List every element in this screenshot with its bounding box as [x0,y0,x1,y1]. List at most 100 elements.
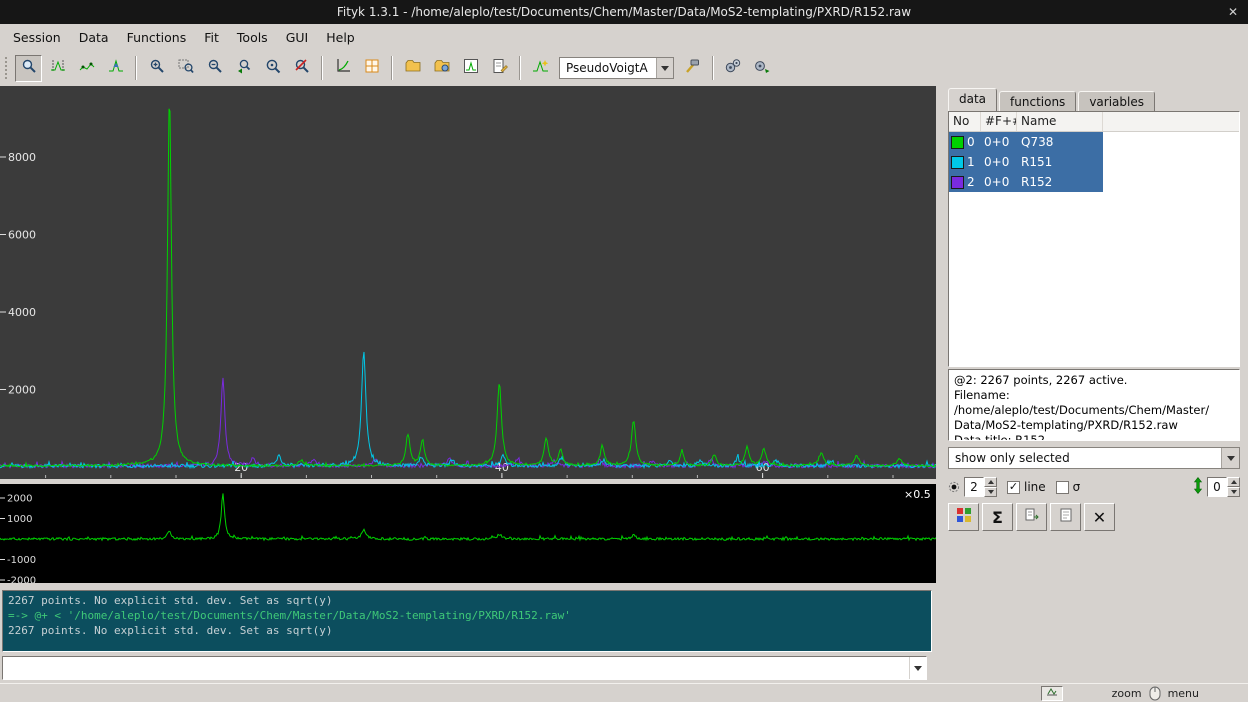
guess-peak-button[interactable] [527,55,554,82]
add-function-button[interactable] [679,55,706,82]
cell-fpn: 0+0 [981,135,1017,149]
column-header-no[interactable]: No [949,112,981,131]
point-size-value: 2 [964,477,984,497]
close-button[interactable]: ✕ [1228,0,1238,24]
svg-text:2000: 2000 [7,494,32,505]
log-axes-icon [335,58,351,78]
palette-button[interactable] [948,503,979,531]
command-input[interactable] [3,657,909,679]
point-size-spinner[interactable]: 2 [964,477,997,497]
status-indicator-button[interactable] [1041,686,1063,701]
menu-bar: SessionDataFunctionsFitToolsGUIHelp [0,24,1248,50]
edit-data-button[interactable] [486,55,513,82]
wand-peak-icon [532,58,550,78]
mode-zoom-button[interactable] [15,55,42,82]
exec-script-button[interactable] [428,55,455,82]
cell-fpn: 0+0 [981,155,1017,169]
spin-up-icon[interactable] [984,477,997,487]
menu-gui[interactable]: GUI [277,26,318,49]
tab-variables[interactable]: variables [1078,91,1155,113]
sum-button[interactable]: Σ [982,503,1013,531]
mouse-icon [1149,686,1161,701]
console-line: 2267 points. No explicit std. dev. Set a… [8,623,926,638]
background-curve-icon [79,58,95,78]
toolbar-separator [519,56,521,80]
open-file-button[interactable] [399,55,426,82]
zoom-in-button[interactable] [143,55,170,82]
cell-no: 2 [967,175,981,189]
mode-background-button[interactable] [73,55,100,82]
data-row-r152[interactable]: 20+0R152 [949,172,1103,192]
shift-data-icon [1193,477,1203,498]
zoom-out-button[interactable] [201,55,228,82]
tab-data[interactable]: data [948,88,997,113]
data-export-button[interactable] [1050,503,1081,531]
tab-functions[interactable]: functions [999,91,1076,113]
data-list-header: No#F+#Name [949,112,1239,132]
mode-data-range-button[interactable] [44,55,71,82]
cell-no: 1 [967,155,981,169]
filter-dropdown[interactable]: show only selected [948,447,1240,469]
line-checkbox-group[interactable]: line [1007,480,1046,494]
shift-spinner[interactable]: 0 [1207,477,1240,497]
mode-add-peak-button[interactable] [102,55,129,82]
console-line: =-> @+ < '/home/aleplo/test/Documents/Ch… [8,608,926,623]
zoom-all-button[interactable] [259,55,286,82]
delete-dataset-button[interactable]: ✕ [1084,503,1115,531]
data-range-icon [50,58,66,78]
undo-zoom-button[interactable] [288,55,315,82]
point-size-icon [948,478,960,497]
data-action-buttons: Σ ✕ [948,503,1118,531]
zoom-prev-button[interactable] [230,55,257,82]
chevron-down-icon [656,58,673,78]
column-header-f[interactable]: #F+# [981,112,1017,131]
dataset-info: @2: 2267 points, 2267 active. Filename: … [948,369,1240,441]
main-plot[interactable]: 2040602000400060008000 [0,86,936,479]
data-row-r151[interactable]: 10+0R151 [949,152,1103,172]
log-scale-button[interactable] [329,55,356,82]
menu-fit[interactable]: Fit [195,26,228,49]
cell-name: R152 [1017,175,1103,189]
hammer-icon [684,58,700,78]
column-header-name[interactable]: Name [1017,112,1103,131]
menu-functions[interactable]: Functions [118,26,196,49]
svg-text:4000: 4000 [8,306,36,319]
toolbar-separator [135,56,137,80]
svg-text:1000: 1000 [7,514,32,525]
document-icon [1058,507,1074,527]
data-editor-icon [492,58,508,78]
line-checkbox[interactable] [1007,481,1020,494]
title-bar: Fityk 1.3.1 - /home/aleplo/test/Document… [0,0,1248,24]
data-list: No#F+#Name 00+0Q73810+0R15120+0R152 [948,111,1240,367]
add-peak-icon [108,58,124,78]
plot-config-button[interactable] [358,55,385,82]
menu-help[interactable]: Help [317,26,364,49]
fit-continue-button[interactable] [749,55,776,82]
function-type-value: PseudoVoigtA [560,58,656,78]
fit-run-button[interactable] [720,55,747,82]
sidebar-tabs: datafunctionsvariables [948,88,1157,113]
aux-plot[interactable]: 20001000-1000-2000×0.5 [0,484,936,583]
menu-data[interactable]: Data [70,26,118,49]
history-chevron-down-icon[interactable] [909,657,926,679]
sigma-checkbox[interactable] [1056,481,1069,494]
menu-tools[interactable]: Tools [228,26,277,49]
menu-session[interactable]: Session [4,26,70,49]
sigma-sum-icon: Σ [992,508,1003,527]
spin-down-icon[interactable] [1227,487,1240,497]
zoom-selection-button[interactable] [172,55,199,82]
sigma-checkbox-label: σ [1073,480,1081,494]
aux-plot-svg: 20001000-1000-2000×0.5 [0,484,936,583]
revert-data-button[interactable] [457,55,484,82]
copy-function-button[interactable] [1016,503,1047,531]
command-input-wrap [2,656,927,680]
colors-icon [956,507,972,527]
spin-up-icon[interactable] [1227,477,1240,487]
data-row-q738[interactable]: 00+0Q738 [949,132,1103,152]
function-type-combo[interactable]: PseudoVoigtA [559,57,674,79]
spin-down-icon[interactable] [984,487,997,497]
cell-fpn: 0+0 [981,175,1017,189]
sigma-checkbox-group[interactable]: σ [1056,480,1081,494]
status-bar: zoom menu [0,683,1248,702]
dataset-color-swatch [951,176,964,189]
